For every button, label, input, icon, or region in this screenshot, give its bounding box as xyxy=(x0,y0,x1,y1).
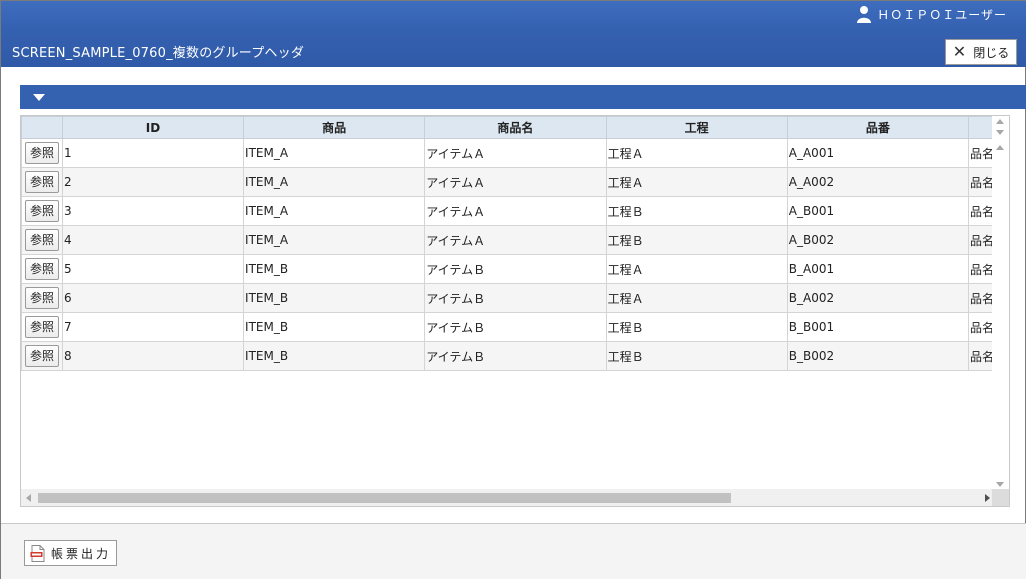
triangle-down-icon xyxy=(33,94,45,101)
cell-id: 6 xyxy=(61,283,245,313)
cell-part-no: B_A001 xyxy=(786,254,970,284)
report-output-button[interactable]: 帳票出力 xyxy=(24,540,117,566)
pdf-icon xyxy=(30,544,45,562)
cell-item-name: アイテムＡ xyxy=(424,167,607,197)
cell-item: ITEM_B xyxy=(243,312,426,342)
column-header-process[interactable]: 工程 xyxy=(605,116,788,139)
cell-item-name: アイテムＢ xyxy=(424,341,607,371)
page-title: SCREEN_SAMPLE_0760_複数のグループヘッダ xyxy=(12,46,305,61)
cell-item: ITEM_B xyxy=(243,254,426,284)
cell-reference: 参照 xyxy=(21,196,63,226)
cell-item: ITEM_A xyxy=(243,196,426,226)
cell-item-name: アイテムＢ xyxy=(424,283,607,313)
report-output-label: 帳票出力 xyxy=(51,546,112,561)
scroll-corner xyxy=(992,489,1009,506)
horizontal-scroll-thumb[interactable] xyxy=(38,493,731,503)
cell-reference: 参照 xyxy=(21,167,63,197)
table-row[interactable]: 参照 3 ITEM_A アイテムＡ 工程Ｂ A_B001 品名 xyxy=(21,196,1009,226)
table-row[interactable]: 参照 6 ITEM_B アイテムＢ 工程Ａ B_A002 品名 xyxy=(21,283,1009,313)
table-row[interactable]: 参照 8 ITEM_B アイテムＢ 工程Ｂ B_B002 品名 xyxy=(21,341,1009,371)
cell-part-no: A_B001 xyxy=(786,196,970,226)
cell-item: ITEM_B xyxy=(243,341,426,371)
user-icon xyxy=(857,6,872,23)
reference-button[interactable]: 参照 xyxy=(25,345,59,367)
column-header-item-name[interactable]: 商品名 xyxy=(424,116,607,139)
column-header-id[interactable]: ID xyxy=(61,116,245,139)
user-name: ＨＯＩＰＯＩユーザー xyxy=(877,7,1007,22)
reference-button[interactable]: 参照 xyxy=(25,287,59,309)
cell-process: 工程Ｂ xyxy=(605,341,788,371)
column-header-select xyxy=(21,116,63,139)
cell-process: 工程Ｂ xyxy=(605,225,788,255)
user-menu[interactable]: ＨＯＩＰＯＩユーザー xyxy=(856,5,1007,23)
cell-id: 1 xyxy=(61,138,245,168)
scroll-up-icon[interactable] xyxy=(996,119,1004,124)
title-bar: ＨＯＩＰＯＩユーザー SCREEN_SAMPLE_0760_複数のグループヘッダ… xyxy=(1,1,1026,67)
cell-reference: 参照 xyxy=(21,225,63,255)
reference-button[interactable]: 参照 xyxy=(25,142,59,164)
cell-process: 工程Ａ xyxy=(605,167,788,197)
cell-item-name: アイテムＡ xyxy=(424,138,607,168)
cell-process: 工程Ａ xyxy=(605,254,788,284)
cell-id: 4 xyxy=(61,225,245,255)
table-row[interactable]: 参照 5 ITEM_B アイテムＢ 工程Ａ B_A001 品名 xyxy=(21,254,1009,284)
cell-item-name: アイテムＢ xyxy=(424,254,607,284)
close-icon: ✕ xyxy=(952,42,967,61)
cell-id: 3 xyxy=(61,196,245,226)
scroll-down-icon[interactable] xyxy=(996,482,1004,487)
cell-part-no: B_B002 xyxy=(786,341,970,371)
data-grid: ID 商品 商品名 工程 品番 参照 1 ITEM_A アイテムＡ 工程Ａ A_A001 品… xyxy=(20,115,1010,507)
scroll-left-icon[interactable] xyxy=(26,494,31,502)
cell-reference: 参照 xyxy=(21,341,63,371)
cell-process: 工程Ａ xyxy=(605,138,788,168)
reference-button[interactable]: 参照 xyxy=(25,171,59,193)
cell-id: 2 xyxy=(61,167,245,197)
reference-button[interactable]: 参照 xyxy=(25,316,59,338)
cell-item-name: アイテムＢ xyxy=(424,312,607,342)
close-label: 閉じる xyxy=(973,45,1010,60)
grid-table: ID 商品 商品名 工程 品番 参照 1 ITEM_A アイテムＡ 工程Ａ A_A001 品… xyxy=(21,116,1009,371)
cell-reference: 参照 xyxy=(21,254,63,284)
cell-part-no: B_B001 xyxy=(786,312,970,342)
table-row[interactable]: 参照 7 ITEM_B アイテムＢ 工程Ｂ B_B001 品名 xyxy=(21,312,1009,342)
cell-part-no: B_A002 xyxy=(786,283,970,313)
vertical-scrollbar[interactable] xyxy=(992,116,1009,490)
column-header-item[interactable]: 商品 xyxy=(243,116,426,139)
reference-button[interactable]: 参照 xyxy=(25,258,59,280)
cell-reference: 参照 xyxy=(21,312,63,342)
group-header-toggle[interactable] xyxy=(20,85,1026,109)
horizontal-scrollbar[interactable] xyxy=(21,489,994,506)
cell-part-no: A_A001 xyxy=(786,138,970,168)
table-row[interactable]: 参照 2 ITEM_A アイテムＡ 工程Ａ A_A002 品名 xyxy=(21,167,1009,197)
cell-id: 5 xyxy=(61,254,245,284)
cell-reference: 参照 xyxy=(21,138,63,168)
cell-item: ITEM_A xyxy=(243,225,426,255)
table-row[interactable]: 参照 1 ITEM_A アイテムＡ 工程Ａ A_A001 品名 xyxy=(21,138,1009,168)
reference-button[interactable]: 参照 xyxy=(25,229,59,251)
reference-button[interactable]: 参照 xyxy=(25,200,59,222)
cell-item: ITEM_B xyxy=(243,283,426,313)
cell-reference: 参照 xyxy=(21,283,63,313)
scroll-up-small-icon[interactable] xyxy=(996,145,1004,150)
footer-bar: 帳票出力 xyxy=(1,523,1026,579)
close-button[interactable]: ✕ 閉じる xyxy=(945,39,1017,65)
scroll-right-icon[interactable] xyxy=(985,494,990,502)
cell-item: ITEM_A xyxy=(243,167,426,197)
cell-process: 工程Ｂ xyxy=(605,196,788,226)
table-row[interactable]: 参照 4 ITEM_A アイテムＡ 工程Ｂ A_B002 品名 xyxy=(21,225,1009,255)
grid-header-row: ID 商品 商品名 工程 品番 xyxy=(21,116,1009,139)
cell-id: 8 xyxy=(61,341,245,371)
app-window: ＨＯＩＰＯＩユーザー SCREEN_SAMPLE_0760_複数のグループヘッダ… xyxy=(0,0,1026,579)
cell-item: ITEM_A xyxy=(243,138,426,168)
cell-id: 7 xyxy=(61,312,245,342)
cell-item-name: アイテムＡ xyxy=(424,225,607,255)
column-header-part-no[interactable]: 品番 xyxy=(786,116,970,139)
cell-process: 工程Ａ xyxy=(605,283,788,313)
cell-part-no: A_A002 xyxy=(786,167,970,197)
cell-part-no: A_B002 xyxy=(786,225,970,255)
scroll-down-small-icon[interactable] xyxy=(996,130,1004,135)
cell-process: 工程Ｂ xyxy=(605,312,788,342)
cell-item-name: アイテムＡ xyxy=(424,196,607,226)
